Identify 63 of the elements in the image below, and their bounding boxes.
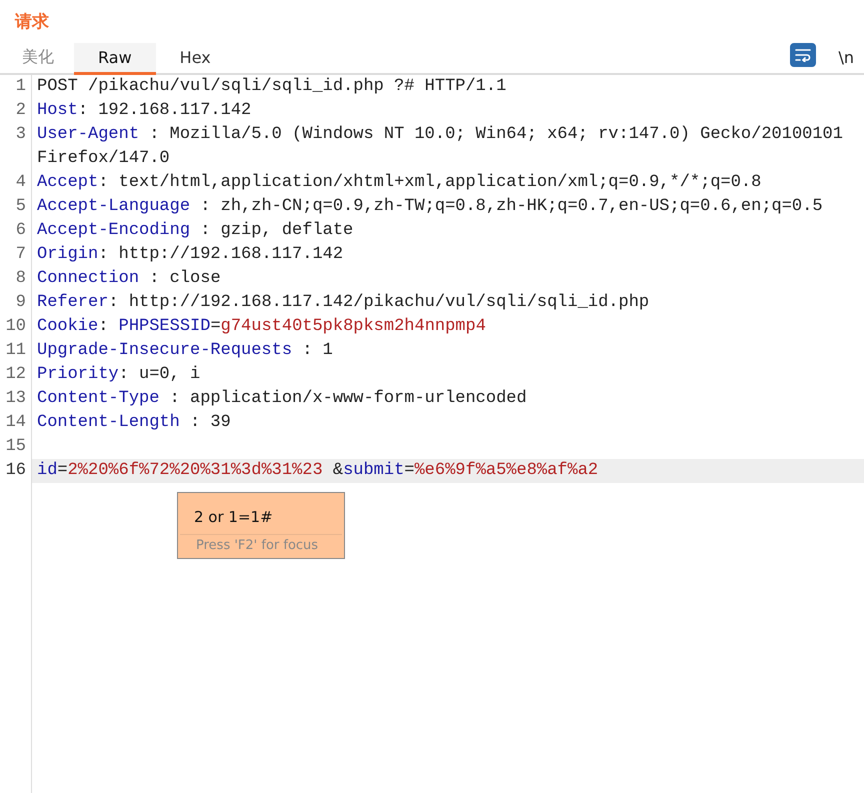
tab[interactable]: Raw	[74, 43, 156, 75]
header-name: Accept-Language	[37, 197, 190, 216]
header-name: Cookie	[37, 317, 98, 336]
code-text: : http://192.168.117.142	[98, 245, 344, 264]
word-wrap-button[interactable]	[790, 43, 816, 67]
header-name: Origin	[37, 245, 98, 264]
code-text: Firefox/147.0	[37, 148, 170, 170]
header-name: Connection	[37, 269, 140, 288]
tab[interactable]: Hex	[156, 43, 235, 75]
code-text: : u=0, i	[118, 365, 200, 384]
header-value: g74ust40t5pk8pksm2h4nnpmp4	[220, 317, 486, 336]
code-text: : application/x-www-form-urlencoded	[168, 389, 527, 408]
tooltip-hint: Press 'F2' for focus	[180, 534, 342, 558]
line-number: 7	[14, 244, 27, 266]
line-number: 9	[14, 292, 27, 314]
code-text: :	[98, 317, 110, 336]
line-number: 12	[4, 364, 27, 386]
code-text: : close	[148, 269, 221, 288]
header-name: User-Agent	[37, 125, 140, 144]
line-number: 5	[14, 196, 27, 218]
line-number: 4	[14, 172, 27, 194]
code-text: : zh,zh-CN;q=0.9,zh-TW;q=0.8,zh-HK;q=0.7,en-US;q=0.6,en;q=0.5	[199, 197, 823, 216]
line-number: 13	[4, 388, 27, 410]
code-text: =	[404, 461, 414, 480]
line-number: 6	[14, 220, 27, 242]
code-text: : http://192.168.117.142/pikachu/vul/sqli/sqli_id.php	[108, 293, 650, 312]
header-value: %e6%9f%a5%e8%af%a2	[414, 461, 598, 480]
line-number: 15	[4, 436, 27, 458]
line-number: 10	[4, 316, 27, 338]
code-text: : Mozilla/5.0 (Windows NT 10.0; Win64; x64; rv:147.0) Gecko/20100101	[148, 125, 843, 144]
header-name: Accept-Encoding	[37, 221, 190, 240]
line-number: 2	[14, 100, 27, 122]
code-text: POST /pikachu/vul/sqli/sqli_id.php ?# HTTP/1.1	[37, 77, 506, 96]
header-name: id	[37, 461, 58, 480]
header-name: PHPSESSID	[118, 317, 210, 336]
newline-toggle[interactable]: \n	[832, 48, 860, 67]
header-name: Accept	[37, 173, 98, 192]
line-number: 1	[14, 76, 27, 98]
wrap-icon	[795, 48, 812, 62]
line-number: 14	[4, 412, 27, 434]
code-text: =	[210, 317, 221, 336]
header-name: Priority	[37, 365, 119, 384]
header-name: Content-Length	[37, 413, 180, 432]
code-text: &	[332, 461, 344, 480]
code-text: : 1	[301, 341, 333, 360]
line-number: 8	[14, 268, 27, 290]
code-text: : 39	[189, 413, 231, 432]
tab[interactable]: 美化	[2, 43, 74, 75]
header-name: Upgrade-Insecure-Requests	[37, 341, 292, 360]
code-text: : gzip, deflate	[199, 221, 354, 240]
code-text: : text/html,application/xhtml+xml,application/xml;q=0.9,*/*;q=0.8	[98, 173, 762, 192]
header-value: 2%20%6f%72%20%31%3d%31%23	[68, 461, 323, 480]
code-text: =	[57, 461, 68, 480]
panel-title: 请求	[14, 11, 50, 34]
line-number: 11	[4, 340, 27, 362]
line-number: 16	[4, 460, 27, 482]
decoded-value: 2 or 1=1#	[193, 507, 274, 528]
header-name: Content-Type	[37, 389, 160, 408]
code-text: : 192.168.117.142	[78, 101, 252, 120]
header-name: submit	[343, 461, 404, 480]
line-number: 3	[14, 124, 27, 146]
header-name: Referer	[37, 293, 108, 312]
header-name: Host	[37, 101, 78, 120]
